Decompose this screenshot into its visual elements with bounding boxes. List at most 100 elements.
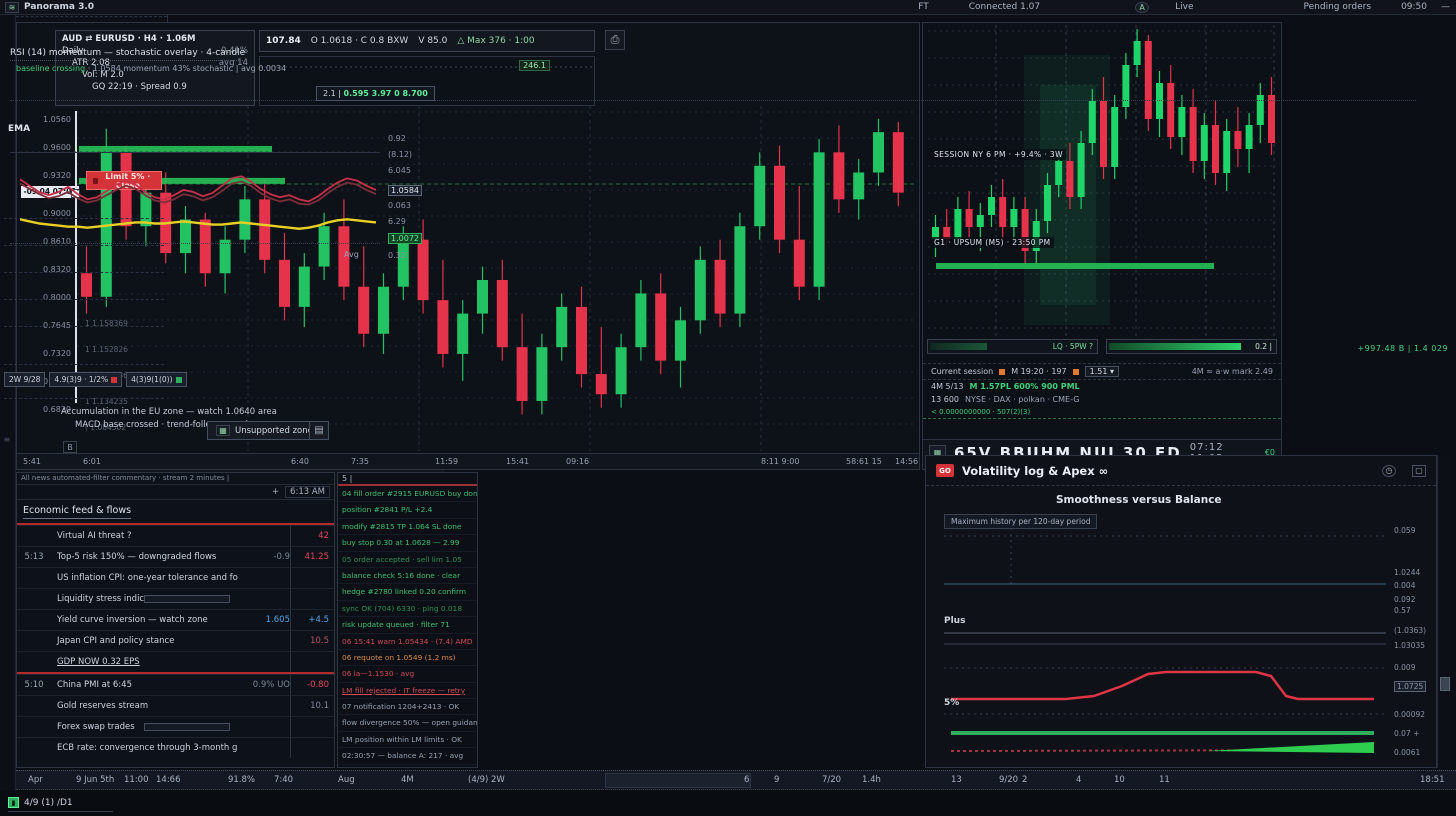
volatility-scale-label: 0.0061 bbox=[1394, 748, 1420, 757]
news-row[interactable]: US inflation CPI: one-year tolerance and… bbox=[17, 567, 334, 588]
candle-body-up bbox=[1111, 107, 1118, 167]
axis-scroll-segment[interactable] bbox=[605, 773, 751, 788]
trade-quick-button[interactable]: 4.9(3)9 · 1/2% bbox=[49, 372, 122, 387]
indicator-scale-label: (8.12) bbox=[388, 150, 412, 159]
news-panel: All news automated-filter commentary · s… bbox=[16, 472, 335, 768]
global-axis-label: Aug bbox=[338, 775, 355, 785]
stop-icon bbox=[111, 377, 117, 383]
chart-corner-icon[interactable]: B bbox=[63, 441, 77, 453]
session-size-select[interactable]: 1.51 ▾ bbox=[1085, 366, 1119, 377]
news-right-value: -0.80 bbox=[290, 675, 332, 695]
journal-line[interactable]: hedge #2780 linked 0.20 confirm bbox=[338, 584, 477, 600]
journal-line[interactable]: 06 15:41 warn 1.05434 · (7.4) AMD bbox=[338, 634, 477, 650]
news-row[interactable]: GDP NOW 0.32 EPS bbox=[17, 651, 334, 672]
global-time-axis[interactable]: Apr9 Jun 5th11:0014:6691.8%7:40Aug4M(4/9… bbox=[16, 770, 1456, 790]
news-row[interactable]: ECB rate: convergence through 3-month gu… bbox=[17, 737, 334, 758]
divider bbox=[4, 326, 164, 327]
account-icon[interactable]: A bbox=[1135, 2, 1149, 13]
session-row1-label: Current session bbox=[931, 367, 993, 376]
candle-body-up bbox=[1156, 83, 1163, 119]
news-row[interactable]: Forex swap trades bbox=[17, 716, 334, 737]
journal-line[interactable]: flow divergence 50% — open guidance bbox=[338, 715, 477, 731]
news-row[interactable]: 5:13Top-5 risk 150% — downgraded flows-0… bbox=[17, 546, 334, 567]
candle-body-up bbox=[675, 320, 686, 360]
print-button[interactable]: ⎙ bbox=[605, 30, 625, 50]
candle-body-down bbox=[774, 166, 785, 240]
zones-secondary-button[interactable]: ▤ bbox=[309, 421, 329, 440]
global-axis-label: 7:40 bbox=[274, 775, 293, 785]
global-axis-label: 11:00 bbox=[124, 775, 149, 785]
global-axis-label: 13 bbox=[951, 775, 962, 785]
news-row[interactable]: Virtual AI threat ?42 bbox=[17, 525, 334, 546]
window-icon[interactable]: ▢ bbox=[1412, 465, 1426, 477]
candle-body-down bbox=[1190, 107, 1197, 161]
volatility-scrollbar[interactable] bbox=[1437, 455, 1452, 768]
window-minimize-icon[interactable]: — bbox=[1441, 2, 1450, 12]
news-text: ECB rate: convergence through 3-month gu… bbox=[51, 743, 238, 753]
menubar-item-live[interactable]: Live bbox=[1175, 2, 1193, 12]
news-text: GDP NOW 0.32 EPS bbox=[51, 657, 238, 667]
app-menu-icon[interactable]: ≋ bbox=[5, 2, 19, 13]
volatility-scale-label: 0.059 bbox=[1394, 526, 1415, 535]
news-progress-bar bbox=[144, 595, 230, 603]
scrollbar-thumb[interactable] bbox=[1440, 677, 1450, 691]
journal-line[interactable]: risk update queued · filter 71 bbox=[338, 617, 477, 633]
main-time-axis[interactable]: 5:416:016:407:3511:5915:4109:168:11 9:00… bbox=[17, 453, 919, 469]
news-text: China PMI at 6:45 bbox=[51, 680, 238, 690]
volatility-subtitle: Smoothness versus Balance bbox=[1056, 494, 1222, 506]
bell-icon[interactable]: ◷ bbox=[1382, 465, 1396, 477]
journal-line[interactable]: 02:30:57 — balance A: 217 · avg bbox=[338, 748, 477, 764]
add-news-button[interactable]: + bbox=[272, 487, 279, 497]
candle-body-down bbox=[358, 287, 369, 334]
news-text: Gold reserves stream bbox=[51, 701, 238, 711]
journal-line[interactable]: balance check 5:16 done · clear bbox=[338, 568, 477, 584]
menubar-item-pending[interactable]: Pending orders bbox=[1304, 2, 1372, 12]
trade-quick-button[interactable]: 4(3)9(1(0)) bbox=[126, 372, 186, 387]
news-row[interactable]: Yield curve inversion — watch zone1.605+… bbox=[17, 609, 334, 630]
global-axis-label: 2 bbox=[1022, 775, 1027, 785]
session-candlestick-svg[interactable] bbox=[928, 25, 1276, 337]
session-row1-right: 4M ≈ a·w mark 2.49 bbox=[1192, 367, 1273, 376]
news-row[interactable]: 5:10China PMI at 6:450.9% UO-0.80 bbox=[17, 674, 334, 695]
journal-line[interactable]: modify #2815 TP 1.064 SL done bbox=[338, 519, 477, 535]
news-row[interactable]: Liquidity stress indicators bbox=[17, 588, 334, 609]
trade-quick-button[interactable]: 2W 9/28 bbox=[4, 372, 45, 387]
news-row[interactable]: Gold reserves stream10.1 bbox=[17, 695, 334, 716]
journal-header[interactable]: 5 | bbox=[338, 473, 477, 486]
journal-line[interactable]: position #2841 P/L +2.4 bbox=[338, 502, 477, 518]
menubar-item-connected[interactable]: Connected 1.07 bbox=[969, 2, 1040, 12]
strip-grip-icon[interactable]: ≡ bbox=[4, 435, 12, 444]
status-chip[interactable]: ▮ 4/9 (1) /D1 bbox=[8, 797, 113, 812]
progress-cell-left[interactable]: LQ · 5PW ? bbox=[927, 339, 1098, 354]
indicator-value-box[interactable]: 2.1 | 0.595 3.97 0 8.700 bbox=[316, 86, 435, 101]
volatility-history-tab[interactable]: Maximum history per 120-day period bbox=[944, 514, 1097, 529]
session-label-2: G1 · UPSUM (M5) · 23:50 PM bbox=[931, 237, 1054, 248]
indicator-lines-svg[interactable] bbox=[20, 150, 376, 255]
journal-line[interactable]: buy stop 0.30 at 1.0628 — 2.99 bbox=[338, 535, 477, 551]
news-right-value: 42 bbox=[290, 526, 332, 546]
candle-body-up bbox=[616, 347, 627, 394]
journal-line[interactable]: LM fill rejected · IT freeze — retry bbox=[338, 683, 477, 699]
candle-body-down bbox=[576, 307, 587, 374]
session-row2-value: M 1.57PL 600% 900 PML bbox=[970, 382, 1080, 391]
journal-line[interactable]: 06 la—1.1530 · avg bbox=[338, 666, 477, 682]
indicator-subtitle-gray: · 1.0584 momentum 43% stochastic | avg 0… bbox=[85, 64, 286, 73]
candle-body-down bbox=[1100, 101, 1107, 167]
candle-body-up bbox=[734, 226, 745, 313]
apex-red bbox=[951, 672, 1374, 699]
candle-body-down bbox=[833, 152, 844, 199]
menubar-item-ft[interactable]: FT bbox=[918, 2, 929, 12]
journal-line[interactable]: LM position within LM limits · OK bbox=[338, 732, 477, 748]
journal-line[interactable]: 06 requote on 1.0549 (1.2 ms) bbox=[338, 650, 477, 666]
candle-body-down bbox=[999, 197, 1006, 227]
news-row[interactable]: Japan CPI and policy stance10.5 bbox=[17, 630, 334, 651]
journal-line[interactable]: 04 fill order #2915 EURUSD buy done bbox=[338, 486, 477, 502]
indicator-scale-label: 0.32 bbox=[388, 251, 406, 260]
candle-body-up bbox=[556, 307, 567, 347]
global-axis-label: 7/20 bbox=[822, 775, 841, 785]
journal-line[interactable]: 07 notification 1204+2413 · OK bbox=[338, 699, 477, 715]
journal-line[interactable]: sync OK (704) 6330 · ping 0.018 bbox=[338, 601, 477, 617]
progress-cell-right[interactable]: 0.2 | bbox=[1106, 339, 1277, 354]
time-axis-label: 7:35 bbox=[351, 457, 369, 466]
journal-line[interactable]: 05 order accepted · sell lim 1.05 bbox=[338, 552, 477, 568]
